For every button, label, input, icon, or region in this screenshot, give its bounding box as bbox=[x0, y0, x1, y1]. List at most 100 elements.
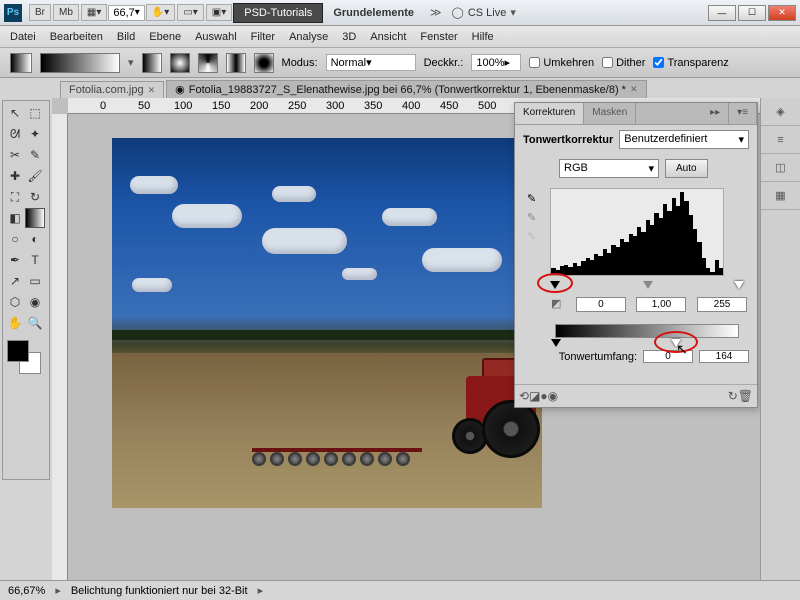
hand-button[interactable]: ✋▾ bbox=[146, 4, 175, 21]
status-zoom[interactable]: 66,67% bbox=[8, 585, 45, 597]
input-slider[interactable] bbox=[555, 283, 739, 293]
output-slider[interactable]: ↖ bbox=[555, 324, 739, 338]
eraser-tool[interactable]: ◧ bbox=[5, 208, 25, 228]
3d-camera-tool[interactable]: ◉ bbox=[25, 292, 45, 312]
zoom-dropdown[interactable]: 66,7 ▾ bbox=[108, 5, 144, 21]
options-bar: ▾ Modus: Normal▾ Deckkr.: 100%▸ Umkehren… bbox=[0, 48, 800, 78]
3d-tool[interactable]: ⬡ bbox=[5, 292, 25, 312]
bridge-button[interactable]: Br bbox=[29, 4, 51, 21]
view-extras-button[interactable]: ▦▾ bbox=[81, 4, 107, 21]
tab-close-icon[interactable]: ✕ bbox=[148, 85, 156, 96]
type-tool[interactable]: T bbox=[25, 250, 45, 270]
white-eyedropper-icon[interactable]: ✎ bbox=[527, 230, 536, 243]
workspace-grundelemente[interactable]: Grundelemente bbox=[323, 4, 424, 22]
dither-checkbox[interactable]: Dither bbox=[602, 57, 645, 69]
lasso-tool[interactable]: ᘛ bbox=[5, 124, 25, 144]
gradient-preset[interactable] bbox=[40, 53, 120, 73]
wand-tool[interactable]: ✦ bbox=[25, 124, 45, 144]
more-workspaces-icon[interactable]: ≫ bbox=[424, 6, 448, 19]
swatches-icon[interactable]: ▦ bbox=[761, 182, 800, 210]
angle-gradient-icon[interactable] bbox=[198, 53, 218, 73]
diamond-gradient-icon[interactable] bbox=[254, 53, 274, 73]
menu-hilfe[interactable]: Hilfe bbox=[472, 31, 494, 43]
menu-3d[interactable]: 3D bbox=[342, 31, 356, 43]
blur-tool[interactable]: ○ bbox=[5, 229, 25, 249]
right-dock: ◈ ≡ ◫ ▦ bbox=[760, 98, 800, 598]
input-black[interactable] bbox=[576, 297, 626, 312]
menubar: Datei Bearbeiten Bild Ebene Auswahl Filt… bbox=[0, 26, 800, 48]
menu-auswahl[interactable]: Auswahl bbox=[195, 31, 237, 43]
menu-bild[interactable]: Bild bbox=[117, 31, 135, 43]
minibridge-button[interactable]: Mb bbox=[53, 4, 79, 21]
output-white[interactable] bbox=[699, 350, 749, 363]
screenmode-button[interactable]: ▣▾ bbox=[206, 4, 232, 21]
arrange-button[interactable]: ▭▾ bbox=[177, 4, 203, 21]
output-range-label: Tonwertumfang: bbox=[559, 351, 637, 363]
input-gamma[interactable] bbox=[636, 297, 686, 312]
preset-select[interactable]: Benutzerdefiniert▾ bbox=[619, 130, 749, 149]
close-button[interactable]: ✕ bbox=[768, 5, 796, 21]
menu-ansicht[interactable]: Ansicht bbox=[370, 31, 406, 43]
adjustment-title: Tonwertkorrektur bbox=[523, 134, 613, 146]
cslive-button[interactable]: CS Live bbox=[464, 7, 511, 19]
layers-icon[interactable]: ◈ bbox=[761, 98, 800, 126]
zoom-tool[interactable]: 🔍 bbox=[25, 313, 45, 333]
panel-collapse-icon[interactable]: ▸▸ bbox=[702, 103, 729, 124]
view-previous-icon[interactable]: ◉ bbox=[548, 389, 558, 403]
tab-fotolia-active[interactable]: ◉Fotolia_19883727_S_Elenathewise.jpg bei… bbox=[166, 80, 646, 98]
brush-tool[interactable]: 🖌 bbox=[25, 166, 45, 186]
heal-tool[interactable]: ✚ bbox=[5, 166, 25, 186]
menu-fenster[interactable]: Fenster bbox=[420, 31, 457, 43]
gradient-tool[interactable] bbox=[25, 208, 45, 228]
menu-datei[interactable]: Datei bbox=[10, 31, 36, 43]
modus-select[interactable]: Normal▾ bbox=[326, 54, 416, 71]
eyedropper-tool[interactable]: ✎ bbox=[25, 145, 45, 165]
reflected-gradient-icon[interactable] bbox=[226, 53, 246, 73]
linear-gradient-icon[interactable] bbox=[142, 53, 162, 73]
hand-tool[interactable]: ✋ bbox=[5, 313, 25, 333]
marquee-tool[interactable]: ⬚ bbox=[25, 103, 45, 123]
reset-icon[interactable]: ↻ bbox=[728, 389, 738, 403]
move-tool[interactable]: ↖ bbox=[5, 103, 25, 123]
auto-button[interactable]: Auto bbox=[665, 159, 708, 178]
gray-eyedropper-icon[interactable]: ✎ bbox=[527, 211, 536, 224]
minimize-button[interactable]: — bbox=[708, 5, 736, 21]
paths-icon[interactable]: ◫ bbox=[761, 154, 800, 182]
umkehren-checkbox[interactable]: Umkehren bbox=[529, 57, 594, 69]
workspace-psd-tutorials[interactable]: PSD-Tutorials bbox=[233, 3, 323, 23]
transparenz-checkbox[interactable]: Transparenz bbox=[653, 57, 728, 69]
dodge-tool[interactable]: ◐ bbox=[25, 229, 45, 249]
modus-label: Modus: bbox=[282, 57, 318, 69]
input-white[interactable] bbox=[697, 297, 747, 312]
tab-korrekturen[interactable]: Korrekturen bbox=[515, 103, 584, 124]
tab-fotolia[interactable]: Fotolia.com.jpg✕ bbox=[60, 81, 164, 98]
delete-icon[interactable]: 🗑 bbox=[738, 389, 753, 403]
color-swatches[interactable] bbox=[5, 340, 45, 380]
menu-analyse[interactable]: Analyse bbox=[289, 31, 328, 43]
radial-gradient-icon[interactable] bbox=[170, 53, 190, 73]
pen-tool[interactable]: ✒ bbox=[5, 250, 25, 270]
history-brush-tool[interactable]: ↻ bbox=[25, 187, 45, 207]
black-eyedropper-icon[interactable]: ✎ bbox=[527, 192, 536, 205]
titlebar: Ps Br Mb ▦▾ 66,7 ▾ ✋▾ ▭▾ ▣▾ PSD-Tutorial… bbox=[0, 0, 800, 26]
menu-bearbeiten[interactable]: Bearbeiten bbox=[50, 31, 103, 43]
tab-masken[interactable]: Masken bbox=[584, 103, 636, 124]
crop-tool[interactable]: ✂ bbox=[5, 145, 25, 165]
output-black[interactable] bbox=[643, 350, 693, 363]
channel-select[interactable]: RGB▾ bbox=[559, 159, 659, 178]
menu-ebene[interactable]: Ebene bbox=[149, 31, 181, 43]
shape-tool[interactable]: ▭ bbox=[25, 271, 45, 291]
panel-menu-icon[interactable]: ▾≡ bbox=[729, 103, 757, 124]
path-tool[interactable]: ↗ bbox=[5, 271, 25, 291]
maximize-button[interactable]: ☐ bbox=[738, 5, 766, 21]
stamp-tool[interactable]: ⛶ bbox=[5, 187, 25, 207]
clip-icon[interactable]: ◩ bbox=[551, 297, 561, 312]
canvas-image[interactable] bbox=[112, 138, 542, 508]
tab-close-icon[interactable]: ✕ bbox=[630, 84, 638, 95]
channels-icon[interactable]: ≡ bbox=[761, 126, 800, 154]
return-icon[interactable]: ⟲ bbox=[519, 389, 529, 403]
new-adjust-icon[interactable]: ◪ bbox=[529, 389, 540, 403]
deckkraft-input[interactable]: 100%▸ bbox=[471, 54, 521, 71]
menu-filter[interactable]: Filter bbox=[251, 31, 275, 43]
visibility-icon[interactable]: ● bbox=[540, 389, 547, 403]
